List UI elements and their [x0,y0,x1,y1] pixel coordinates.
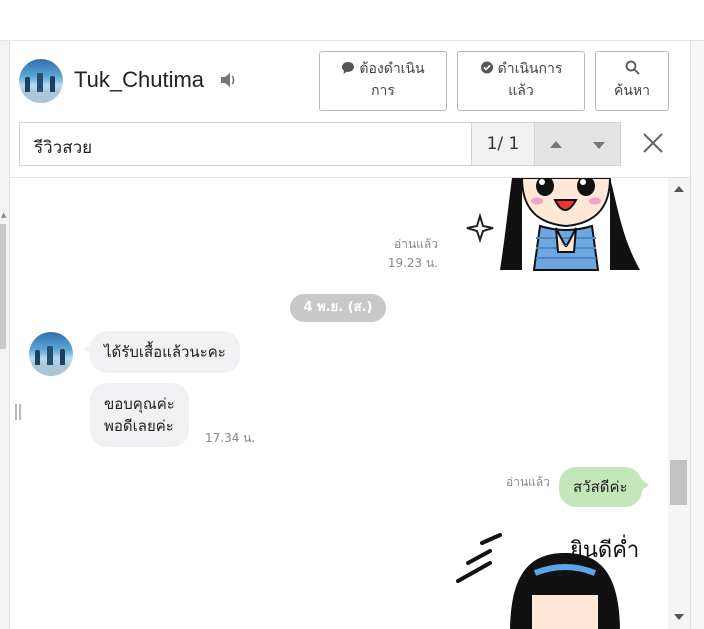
outgoing-message-1-text: สวัสดีค่ะ [573,478,628,496]
outgoing-message-1[interactable]: สวัสดีค่ะ [559,467,649,507]
incoming-message-1[interactable]: ได้รับเสื้อแล้วนะคะ [84,331,240,373]
left-panel-edge: ▲ [0,41,10,629]
chat-header: Tuk_Chutima ต้องดำเนิน การ ดำเนินการ แล้… [10,41,690,178]
check-bubble-icon [480,61,493,74]
incoming-message-2-line2: พอดีเลยค่ะ [104,417,174,435]
speaker-icon[interactable] [220,72,238,92]
done-label-2: แล้ว [508,83,534,99]
read-receipt-2: อ่านแล้ว [506,475,550,489]
sticker-girl-thanks [466,178,640,271]
search-result-count: 1/ 1 [471,122,535,166]
message-list[interactable]: อ่านแล้ว 19.23 น. 4 พ.ย. (ส.) ได้รับเสื้… [10,178,668,629]
contact-name: Tuk_Chutima [74,67,205,92]
search-label: ค้นหา [613,83,651,99]
search-bar: รีวิวสวย 1/ 1 [19,122,621,166]
previous-result-button[interactable] [535,122,578,166]
incoming-message-2-line1: ขอบคุณค่ะ [104,395,175,413]
incoming-message-1-text: ได้รับเสื้อแล้วนะคะ [104,343,226,361]
incoming-timestamp: 17.34 น. [205,431,256,445]
chat-scrollbar[interactable] [668,178,690,629]
sticker-girl-welcome [456,533,620,629]
close-icon [643,133,663,153]
top-bar [0,0,704,41]
search-input[interactable]: รีวิวสวย [19,122,471,166]
search-icon [625,60,640,75]
done-button[interactable]: ดำเนินการ แล้ว [457,51,585,111]
search-button[interactable]: ค้นหา [595,51,669,111]
read-receipt-1: อ่านแล้ว [394,237,438,251]
incoming-message-2[interactable]: ขอบคุณค่ะ พอดีเลยค่ะ [90,383,189,447]
scrollbar-thumb[interactable] [670,460,687,505]
chevron-up-icon [550,141,562,148]
scroll-up-icon[interactable]: ▲ [1,211,6,219]
contact-avatar[interactable] [19,59,63,103]
todo-button[interactable]: ต้องดำเนิน การ [319,51,447,111]
timestamp-1: 19.23 น. [387,256,438,270]
done-label-1: ดำเนินการ [497,61,563,77]
chat-bubble-icon [342,62,355,74]
right-panel-edge [690,41,704,629]
sender-avatar[interactable] [29,332,73,376]
date-separator: 4 พ.ย. (ส.) [290,294,386,322]
resize-handle[interactable] [15,404,21,420]
todo-label-2: การ [371,83,395,99]
todo-label-1: ต้องดำเนิน [359,61,425,77]
scroll-up-arrow-icon[interactable] [674,186,684,192]
left-scrollbar-thumb[interactable] [0,224,6,349]
next-result-button[interactable] [578,122,621,166]
scroll-down-arrow-icon[interactable] [674,614,684,620]
close-search-button[interactable] [642,132,664,158]
chevron-down-icon [593,142,605,149]
